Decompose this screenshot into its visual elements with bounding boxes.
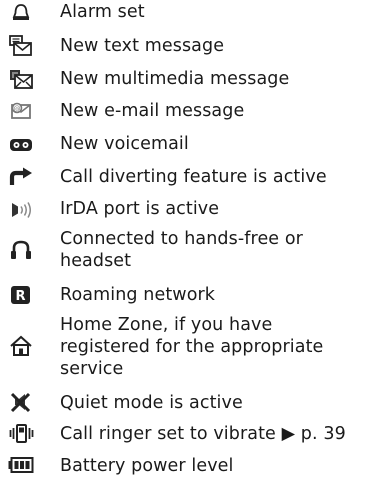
indicator-label: Alarm set <box>60 2 145 22</box>
indicator-label: Roaming network <box>60 285 216 305</box>
call-divert-icon <box>7 165 35 189</box>
svg-text:@: @ <box>14 105 21 113</box>
alarm-bell-icon <box>7 1 35 25</box>
battery-level-icon <box>7 454 35 478</box>
home-zone-icon <box>7 334 35 358</box>
indicator-label: New e-mail message <box>60 101 245 121</box>
indicator-label: IrDA port is active <box>60 199 220 219</box>
indicator-label: Call ringer set to vibrate ▶ p. 39 <box>60 424 346 444</box>
indicator-label: Connected to hands-free or <box>60 229 303 249</box>
indicator-label: New multimedia message <box>60 69 290 89</box>
indicator-label: New text message <box>60 36 225 56</box>
new-text-message-icon <box>7 34 35 58</box>
roaming-icon: R <box>7 283 35 307</box>
irda-port-icon <box>7 198 35 222</box>
status-indicator-list: Alarm set New text message New multimedi… <box>0 0 377 479</box>
indicator-label: New voicemail <box>60 134 189 154</box>
indicator-label-line3: service <box>60 359 124 379</box>
svg-text:R: R <box>15 289 25 304</box>
headset-icon <box>7 238 35 262</box>
voicemail-icon <box>7 132 35 156</box>
vibrate-icon <box>7 422 35 446</box>
indicator-label: Home Zone, if you have <box>60 315 273 335</box>
indicator-label: Call diverting feature is active <box>60 167 327 187</box>
indicator-label-line2: headset <box>60 251 132 271</box>
indicator-label-line2: registered for the appropriate <box>60 337 324 357</box>
new-multimedia-message-icon <box>7 67 35 91</box>
quiet-mode-icon <box>7 390 35 414</box>
indicator-label: Battery power level <box>60 456 234 476</box>
new-email-message-icon: @ <box>7 99 35 123</box>
indicator-label: Quiet mode is active <box>60 393 243 413</box>
